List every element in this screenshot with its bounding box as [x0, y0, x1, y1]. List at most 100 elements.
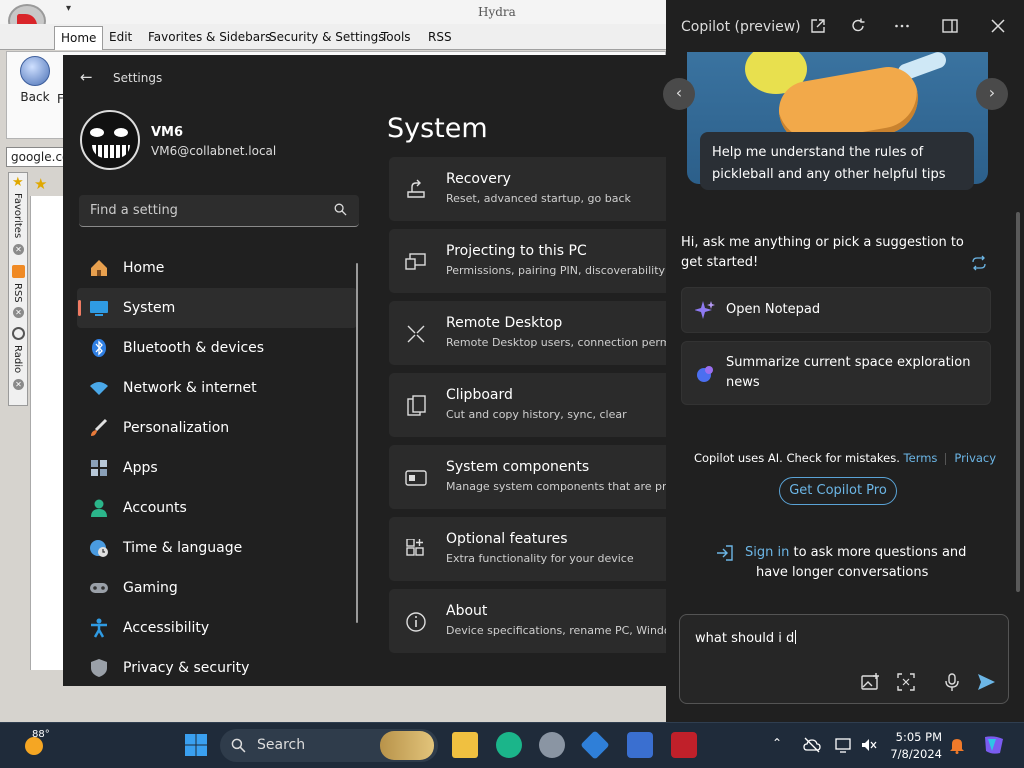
back-button[interactable]: Back — [13, 56, 57, 104]
refresh-icon[interactable] — [850, 18, 866, 34]
nav-item-bluetooth-devices[interactable]: Bluetooth & devices — [77, 328, 357, 368]
nav-item-apps[interactable]: Apps — [77, 448, 357, 488]
ribbon-tab-favorites-sidebars[interactable]: Favorites & Sidebars — [148, 30, 271, 44]
pickleball-suggestion-card[interactable]: Help me understand the rules of pickleba… — [700, 132, 974, 190]
settings-window: ← Settings VM6 VM6@collabnet.local Find … — [63, 55, 666, 686]
card-recovery[interactable]: Recovery Reset, advanced startup, go bac… — [389, 157, 666, 221]
terms-link[interactable]: Terms — [904, 451, 938, 465]
find-setting-input[interactable]: Find a setting — [79, 195, 359, 227]
close-icon[interactable] — [990, 18, 1006, 34]
card-title: Recovery — [446, 171, 511, 187]
ribbon-tab-rss[interactable]: RSS — [428, 30, 452, 44]
nav-item-gaming[interactable]: Gaming — [77, 568, 357, 608]
search-icon — [334, 203, 347, 216]
quick-access-dropdown[interactable]: ▾ — [66, 3, 71, 14]
nav-item-privacy-security[interactable]: Privacy & security — [77, 648, 357, 688]
nav-item-home[interactable]: Home — [77, 248, 357, 288]
taskbar-search-box[interactable]: Search — [220, 729, 438, 762]
user-email: VM6@collabnet.local — [151, 144, 277, 158]
screenshot-icon[interactable] — [896, 672, 916, 692]
system-icon — [90, 301, 108, 316]
chip-open-notepad[interactable]: Open Notepad — [681, 287, 991, 333]
settings-gear-icon[interactable] — [539, 732, 565, 758]
ribbon-tab-home[interactable]: Home — [54, 26, 104, 50]
card-subtitle: Remote Desktop users, connection perm — [446, 336, 666, 349]
clock-date: 7/8/2024 — [890, 747, 942, 761]
sidebar-tab-radio[interactable]: Radio — [12, 345, 23, 373]
nav-scrollbar[interactable] — [356, 263, 358, 623]
copilot-greeting: Hi, ask me anything or pick a suggestion… — [681, 235, 964, 270]
nav-label: Personalization — [123, 420, 230, 436]
open-external-icon[interactable] — [810, 18, 826, 34]
hydra-app-icon[interactable] — [671, 732, 697, 758]
chip-summarize-space-news[interactable]: Summarize current space exploration news — [681, 341, 991, 405]
sidebar-tab-rss[interactable]: RSS — [12, 283, 23, 303]
taskbar-clock[interactable]: 5:05 PM 7/8/2024 — [890, 729, 942, 763]
add-image-icon[interactable] — [860, 672, 880, 692]
nav-item-network-internet[interactable]: Network & internet — [77, 368, 357, 408]
close-rss-icon[interactable]: ✕ — [13, 307, 24, 318]
more-options-icon[interactable] — [894, 18, 910, 34]
copilot-app-icon[interactable] — [496, 732, 522, 758]
network-monitor-icon[interactable] — [835, 736, 853, 754]
volume-muted-icon[interactable] — [860, 736, 878, 754]
windows-start-icon[interactable] — [184, 733, 208, 757]
favorites-star-icon[interactable]: ★ — [12, 175, 24, 190]
desktop: ▾ Hydra Home Edit Favorites & Sidebars S… — [0, 0, 1024, 768]
back-label: Back — [20, 90, 50, 104]
copilot-disclaimer: Copilot uses AI. Check for mistakes. Ter… — [666, 451, 1024, 465]
card-clipboard[interactable]: Clipboard Cut and copy history, sync, cl… — [389, 373, 666, 437]
add-favorite-star-icon[interactable]: ★ — [34, 175, 47, 193]
card-remote-desktop[interactable]: Remote Desktop Remote Desktop users, con… — [389, 301, 666, 365]
nav-item-time-language[interactable]: Time & language — [77, 528, 357, 568]
card-about[interactable]: About Device specifications, rename PC, … — [389, 589, 666, 653]
close-favorites-icon[interactable]: ✕ — [13, 244, 24, 255]
copilot-scrollbar[interactable] — [1016, 212, 1020, 592]
ribbon-tab-security-settings[interactable]: Security & Settings — [269, 30, 384, 44]
copilot-pre-icon[interactable] — [982, 733, 1006, 757]
refresh-suggestions-icon[interactable] — [971, 255, 987, 271]
show-hidden-icons-icon[interactable]: ⌃ — [772, 736, 790, 754]
person-icon — [91, 499, 107, 517]
sign-in-link[interactable]: Sign in — [745, 545, 789, 560]
remote-desktop-icon — [407, 325, 425, 343]
system-components-icon — [405, 470, 427, 486]
privacy-link[interactable]: Privacy — [954, 451, 996, 465]
message-input-value[interactable]: what should i d — [695, 630, 796, 646]
nav-label: Network & internet — [123, 380, 257, 396]
carousel-next-icon[interactable]: › — [976, 78, 1008, 110]
nav-item-accessibility[interactable]: Accessibility — [77, 608, 357, 648]
notification-bell-icon[interactable] — [948, 736, 966, 754]
chip-label: Summarize current space exploration news — [726, 355, 971, 390]
nav-item-accounts[interactable]: Accounts — [77, 488, 357, 528]
planet-icon — [697, 366, 713, 382]
card-projecting[interactable]: Projecting to this PC Permissions, pairi… — [389, 229, 666, 293]
carousel-prev-icon[interactable]: ‹ — [663, 78, 695, 110]
ribbon-tab-tools[interactable]: Tools — [381, 30, 411, 44]
ribbon-tab-edit[interactable]: Edit — [109, 30, 132, 44]
radio-headphones-icon[interactable] — [12, 327, 25, 340]
clock-time: 5:05 PM — [895, 730, 942, 744]
vm-xp-icon[interactable] — [627, 732, 653, 758]
microphone-icon[interactable] — [942, 672, 962, 692]
nav-item-system[interactable]: System — [77, 288, 357, 328]
weather-temperature: 88° — [32, 729, 50, 740]
close-radio-icon[interactable]: ✕ — [13, 379, 24, 390]
file-explorer-icon[interactable] — [452, 732, 478, 758]
sidebar-tab-favorites[interactable]: Favorites — [12, 193, 23, 238]
copilot-message-input[interactable]: what should i d — [679, 614, 1009, 704]
back-arrow-icon[interactable]: ← — [80, 68, 93, 86]
rss-icon[interactable] — [12, 265, 25, 278]
dock-sidebar-icon[interactable] — [942, 18, 958, 34]
user-avatar[interactable] — [80, 110, 140, 170]
get-copilot-pro-button[interactable]: Get Copilot Pro — [779, 477, 897, 505]
card-system-components[interactable]: System components Manage system componen… — [389, 445, 666, 509]
nav-item-personalization[interactable]: Personalization — [77, 408, 357, 448]
cloud-offline-icon[interactable] — [803, 736, 821, 754]
card-optional-features[interactable]: Optional features Extra functionality fo… — [389, 517, 666, 581]
address-bar[interactable]: google.co — [6, 147, 66, 167]
send-icon[interactable] — [976, 672, 996, 692]
virtualbox-icon[interactable] — [580, 730, 610, 760]
card-subtitle: Permissions, pairing PIN, discoverabilit… — [446, 264, 666, 277]
apps-icon — [91, 460, 107, 476]
